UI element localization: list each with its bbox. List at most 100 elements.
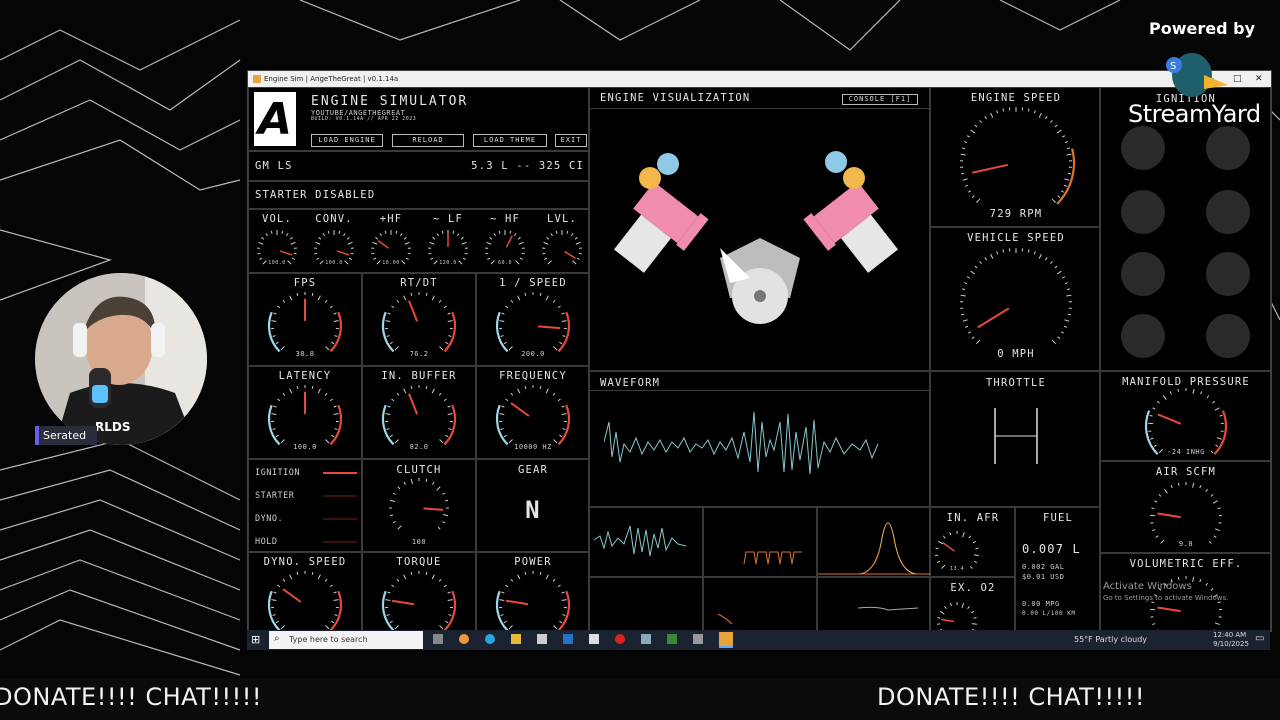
gauge-needle <box>282 588 302 603</box>
gauge-tick <box>552 299 556 303</box>
load-theme-button[interactable]: LOAD THEME <box>473 134 547 147</box>
gauge-tick <box>1002 108 1005 112</box>
gauge-tick <box>319 260 324 265</box>
gauge-tick <box>518 241 524 245</box>
task-view-icon[interactable] <box>433 634 443 644</box>
start-icon[interactable]: ⊞ <box>251 633 260 646</box>
gauge-tick <box>566 230 569 234</box>
intake-waveform <box>593 525 687 557</box>
gauge-tick <box>968 535 972 539</box>
outlook-icon[interactable] <box>563 634 573 644</box>
gauge-tick <box>524 385 527 389</box>
gauge-tick <box>296 571 299 575</box>
gauge-tick <box>346 236 350 240</box>
gauge-dial <box>960 248 1072 344</box>
vehicle-speed-value: 0 MPH <box>997 348 1035 360</box>
gauge-tick <box>500 335 504 337</box>
gauge-tick <box>403 574 407 580</box>
gauge-tick <box>403 236 407 240</box>
gauge-tick <box>334 428 338 430</box>
gauge-tick <box>324 578 328 582</box>
gauge-tick <box>501 312 505 315</box>
search-placeholder: Type here to search <box>289 635 368 644</box>
gauge-tick <box>329 584 333 588</box>
gauge-tick <box>389 514 394 517</box>
gauge-tick <box>561 405 565 408</box>
gauge-tick <box>1199 485 1202 489</box>
load-engine-button[interactable]: LOAD ENGINE <box>311 134 383 147</box>
gauge-tick <box>505 305 509 309</box>
opera-icon[interactable] <box>615 634 625 644</box>
gauge-tick <box>1160 539 1165 544</box>
edge-icon[interactable] <box>485 634 495 644</box>
gauge-panel: FPS 38.8 <box>248 273 362 366</box>
gauge-tick <box>1210 588 1214 591</box>
gauge-arc <box>267 590 281 631</box>
reload-button[interactable]: RELOAD <box>392 134 464 147</box>
plot-trace-2 <box>717 613 733 625</box>
weather-widget[interactable]: 55°F Partly cloudy <box>1074 635 1147 644</box>
store-icon[interactable] <box>537 634 547 644</box>
gauge-tick <box>1057 195 1061 199</box>
clock-date[interactable]: 9/10/2025 <box>1213 640 1249 648</box>
gauge-tick <box>314 252 318 255</box>
clock-time[interactable]: 12:40 AM <box>1213 631 1246 639</box>
gauge-tick <box>499 599 505 601</box>
gauge-tick <box>331 341 335 345</box>
gauge-needle <box>1157 413 1182 425</box>
steam-icon[interactable] <box>641 634 651 644</box>
gauge-tick <box>487 257 491 260</box>
gauge-arc <box>267 404 281 446</box>
gauge-tick <box>289 574 293 580</box>
notification-icon[interactable]: ▭ <box>1255 633 1264 644</box>
gauge-tick <box>578 252 582 255</box>
gauge-tick <box>392 492 396 495</box>
gauge-value: 38.8 <box>295 350 315 358</box>
gauge-arc <box>329 404 343 446</box>
app-icon[interactable] <box>693 634 703 644</box>
gauge-tick <box>407 252 411 255</box>
app-icon[interactable] <box>667 634 677 644</box>
maximize-icon[interactable]: □ <box>1233 71 1242 87</box>
svg-text:S: S <box>1170 61 1176 72</box>
gauge-tick <box>445 434 449 438</box>
app-icon[interactable] <box>589 634 599 644</box>
starter-status: STARTER DISABLED <box>255 189 376 201</box>
gauge-tick <box>974 124 978 128</box>
gauge-tick <box>576 257 580 260</box>
gauge-tick <box>1061 276 1066 279</box>
gauge-tick <box>431 388 435 394</box>
gauge-tick <box>396 578 400 582</box>
gauge-tick <box>1210 494 1214 497</box>
gauge-tick <box>543 241 549 245</box>
engine-sim-taskbar-icon[interactable] <box>719 632 733 648</box>
gauge-tick <box>521 252 525 255</box>
gauge-tick <box>447 599 453 601</box>
gauge-tick <box>941 564 946 569</box>
gauge-tick <box>979 261 982 265</box>
console-button[interactable]: CONSOLE [F1] <box>842 94 918 105</box>
gauge-tick <box>443 584 447 588</box>
gauge-tick <box>436 233 439 237</box>
gauge-needle <box>941 618 955 623</box>
exit-button[interactable]: EXIT <box>555 134 587 147</box>
cylinder-indicator <box>1121 314 1165 358</box>
explorer-icon[interactable] <box>511 634 521 644</box>
gauge-tick <box>396 299 400 303</box>
taskbar-search[interactable]: ⌕ Type here to search <box>269 631 423 649</box>
close-icon[interactable]: ✕ <box>1255 71 1263 87</box>
gauge-arc <box>495 404 509 446</box>
gear-value: N <box>525 496 541 524</box>
gauge-tick <box>575 241 581 245</box>
gauge-needle <box>408 393 419 415</box>
chrome-icon[interactable] <box>459 634 469 644</box>
mini-gauge-label: LVL. <box>546 213 578 225</box>
gauge-tick <box>322 233 325 237</box>
gauge-tick <box>282 392 286 396</box>
gauge-tick <box>443 513 449 517</box>
throttle-label: THROTTLE <box>985 377 1047 389</box>
ignition-status-label: IGNITION <box>255 468 300 478</box>
gauge-tick <box>257 252 261 255</box>
gauge-tick <box>1156 400 1160 404</box>
gauge-tick <box>1064 141 1068 144</box>
